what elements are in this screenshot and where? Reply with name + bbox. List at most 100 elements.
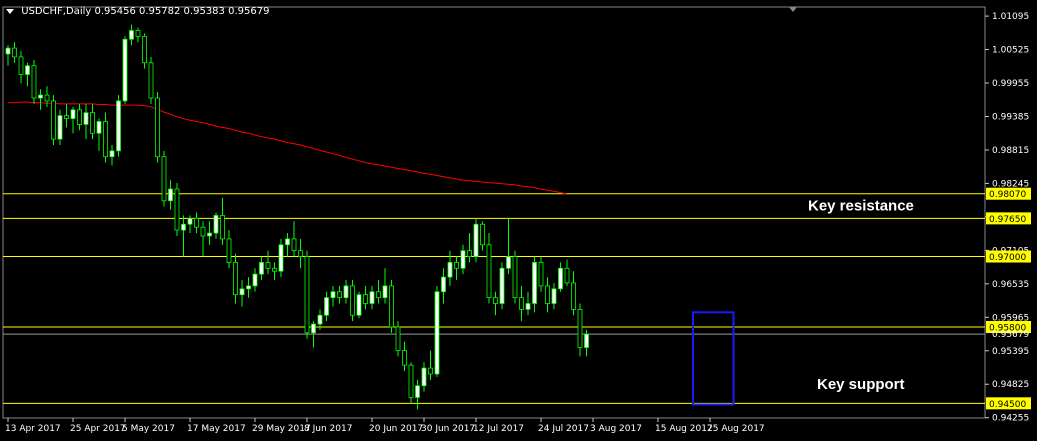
candle-body	[233, 262, 238, 296]
candle-body	[376, 291, 381, 299]
candle-body	[428, 367, 433, 375]
candle-body	[317, 314, 323, 325]
candle-body	[174, 188, 180, 231]
candle-body	[181, 223, 186, 231]
candle-body	[18, 56, 24, 75]
candle-body	[402, 350, 407, 366]
candle-body	[330, 291, 336, 299]
candle-body	[525, 303, 531, 310]
candle-body	[129, 30, 134, 40]
candle-body	[285, 238, 290, 246]
candle-body	[395, 326, 401, 351]
candle-body	[447, 262, 453, 278]
candle-body	[577, 308, 583, 348]
candle-body	[213, 215, 219, 234]
candle-body	[64, 115, 69, 119]
x-tick-label: 24 Jul 2017	[538, 424, 589, 434]
candle-body	[499, 267, 505, 304]
price-chart[interactable]: 1.010951.005250.999550.993850.988150.982…	[0, 0, 1037, 441]
dropdown-triangle-icon[interactable]	[6, 8, 14, 14]
candle-body	[265, 262, 271, 269]
candle-body	[298, 250, 303, 257]
candle-body	[246, 285, 251, 290]
candle-body	[493, 297, 498, 304]
candle-body	[369, 291, 375, 304]
annotation-support: Key support	[817, 376, 905, 393]
y-tick-label: 0.94825	[992, 380, 1029, 390]
candle-body	[239, 288, 245, 296]
annotation-resistance: Key resistance	[808, 198, 914, 215]
candle-body	[70, 109, 76, 119]
x-tick-label: 29 May 2017	[252, 424, 311, 434]
current-price-label: 0.95679	[992, 330, 1029, 340]
candle-body	[389, 285, 394, 328]
candle-body	[356, 294, 362, 316]
x-tick-label: 3 Aug 2017	[590, 424, 642, 434]
candle-body	[291, 238, 297, 252]
candle-body	[343, 285, 349, 299]
candle-body	[512, 256, 518, 299]
candle-body	[135, 30, 141, 37]
candle-body	[506, 256, 511, 269]
candle-body	[96, 121, 102, 134]
x-tick-label: 5 May 2017	[122, 424, 175, 434]
candle-body	[38, 94, 43, 99]
y-tick-label: 1.01095	[992, 12, 1029, 22]
level-tag-label: 0.98070	[989, 190, 1026, 200]
candle-body	[44, 94, 50, 102]
x-tick-label: 20 Jun 2017	[369, 424, 423, 434]
candle-body	[155, 97, 160, 158]
y-tick-label: 0.95395	[992, 347, 1029, 357]
level-tag-label: 0.94500	[989, 400, 1026, 410]
x-tick-label: 25 Aug 2017	[707, 424, 765, 434]
candle-body	[252, 273, 258, 287]
y-tick-label: 1.00525	[992, 46, 1029, 56]
scroll-marker-icon	[789, 7, 797, 12]
candle-body	[564, 267, 570, 284]
candle-body	[571, 282, 576, 310]
candle-body	[584, 333, 589, 348]
y-tick-label: 0.99955	[992, 79, 1029, 89]
x-tick-label: 8 Jun 2017	[304, 424, 352, 434]
candle-body	[350, 285, 355, 316]
candle-body	[363, 294, 368, 304]
y-tick-label: 0.96535	[992, 280, 1029, 290]
candle-body	[207, 232, 212, 237]
candle-body	[467, 250, 472, 257]
y-tick-label: 0.94255	[992, 414, 1029, 424]
candle-body	[486, 244, 492, 299]
x-tick-label: 25 Apr 2017	[70, 424, 126, 434]
candle-body	[148, 62, 154, 99]
x-tick-label: 13 Apr 2017	[5, 424, 61, 434]
candle-body	[122, 38, 128, 102]
candle-body	[473, 223, 479, 257]
candle-body	[31, 65, 37, 99]
candle-body	[441, 276, 446, 293]
candle-body	[103, 121, 108, 158]
candle-body	[83, 112, 89, 125]
candle-body	[311, 323, 316, 334]
candle-body	[109, 150, 115, 158]
chart-window: 1.01095 1.00525 0.99955 0.99385 0.98815 0.982…	[0, 0, 1037, 441]
y-tick-label: 0.99385	[992, 113, 1029, 123]
candle-body	[12, 47, 17, 58]
candle-body	[200, 226, 206, 237]
candle-body	[161, 156, 167, 202]
x-tick-label: 15 Aug 2017	[655, 424, 713, 434]
candle-body	[194, 217, 199, 228]
symbol-label: USDCHF,Daily	[21, 6, 92, 17]
level-tag-label: 0.97650	[989, 215, 1026, 225]
candle-body	[545, 285, 550, 304]
x-tick-label: 12 Jul 2017	[473, 424, 524, 434]
candle-body	[558, 267, 563, 290]
candle-body	[51, 100, 56, 140]
candle-body	[382, 285, 388, 299]
highlight-box	[692, 311, 735, 406]
candle-body	[532, 262, 537, 304]
candle-body	[142, 35, 147, 64]
level-tag-label: 0.97000	[989, 253, 1026, 263]
candle-body	[116, 100, 121, 152]
candle-body	[304, 256, 310, 334]
candle-body	[324, 297, 329, 316]
candle-body	[454, 262, 459, 269]
